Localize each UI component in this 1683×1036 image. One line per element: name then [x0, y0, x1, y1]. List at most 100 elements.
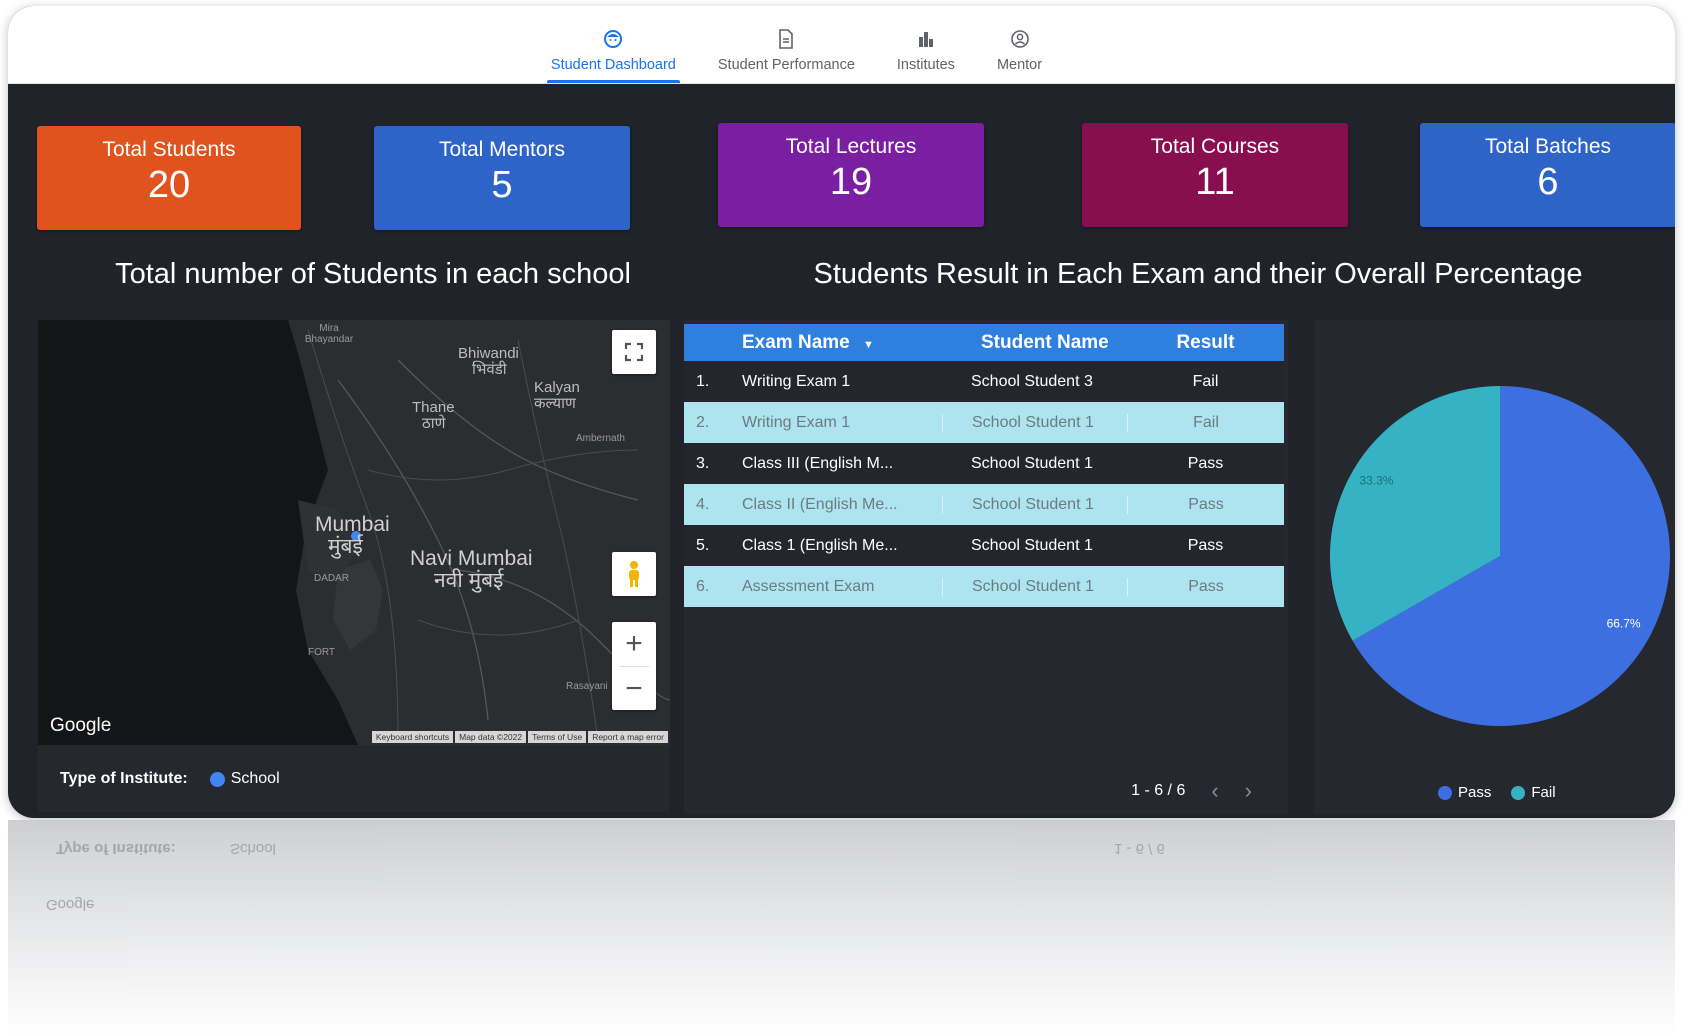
map-label-kalyan: Kalyan: [534, 379, 580, 396]
tab-label: Student Performance: [717, 57, 855, 73]
map-label-dadar: DADAR: [314, 573, 350, 584]
tab-label: Mentor: [996, 57, 1043, 73]
legend-item-school[interactable]: School: [231, 770, 280, 788]
map-label-mira: Mira Bhayandar: [304, 323, 354, 345]
table-row[interactable]: 3. Class III (English M... School Studen…: [684, 443, 1284, 484]
kpi-label: Total Lectures: [785, 135, 917, 158]
row-num: 6.: [696, 577, 710, 595]
map-label-thane: Thane: [412, 399, 455, 416]
kpi-value: 19: [829, 161, 873, 203]
header-result[interactable]: Result: [1127, 332, 1284, 354]
pegman-icon: [629, 561, 639, 587]
legend-fail[interactable]: Fail: [1511, 784, 1556, 801]
keyboard-shortcuts-link[interactable]: Keyboard shortcuts: [371, 731, 454, 743]
prev-page-icon[interactable]: ‹: [1211, 778, 1218, 804]
map-data-text: Map data ©2022: [455, 731, 527, 743]
student-face-icon: [603, 27, 623, 51]
row-result: Fail: [1192, 372, 1219, 390]
kpi-value: 11: [1195, 161, 1235, 203]
map-label-ambernath: Ambernath: [576, 433, 625, 444]
legend-pass-label: Pass: [1458, 784, 1492, 801]
row-num: 2.: [696, 413, 710, 431]
header-exam-name[interactable]: Exam Name ▼: [742, 332, 942, 354]
table-row[interactable]: 6. Assessment Exam School Student 1 Pass: [684, 566, 1284, 607]
fullscreen-icon: [624, 342, 644, 362]
row-num: 4.: [696, 495, 710, 513]
fullscreen-button[interactable]: [612, 330, 656, 374]
legend-pass[interactable]: Pass: [1438, 784, 1491, 801]
reflection-legend-item: School: [230, 840, 276, 857]
kpi-label: Total Batches: [1484, 135, 1612, 158]
zoom-in-button[interactable]: +: [625, 622, 643, 666]
reflection-pagination: 1 - 6 / 6: [1114, 840, 1165, 857]
exam-section-title: Students Result in Each Exam and their O…: [813, 258, 1583, 290]
tab-student-dashboard[interactable]: Student Dashboard: [546, 27, 680, 83]
tab-student-performance[interactable]: Student Performance: [714, 27, 859, 83]
map-label-mumbai: Mumbai: [315, 513, 390, 536]
tab-institutes[interactable]: Institutes: [893, 27, 959, 83]
terms-link[interactable]: Terms of Use: [528, 731, 587, 743]
map-label-navi-mumbai-hi: नवी मुंबई: [434, 569, 504, 592]
pie-label-fail: 33.3%: [1359, 473, 1393, 487]
map-label-kalyan-hi: कल्याण: [534, 395, 576, 412]
table-pagination: 1 - 6 / 6 ‹ ›: [1131, 778, 1252, 804]
table-row[interactable]: 2. Writing Exam 1 School Student 1 Fail: [684, 402, 1284, 443]
tab-label: Student Dashboard: [550, 57, 676, 73]
pass-legend-dot: [1438, 785, 1452, 800]
google-logo: Google: [50, 715, 112, 736]
reflection-legend-title: Type of Institute:: [56, 840, 176, 857]
header-exam-label: Exam Name: [742, 331, 850, 353]
street-view-button[interactable]: [612, 552, 656, 596]
row-student: School Student 1: [942, 413, 1127, 432]
row-student: School Student 3: [971, 372, 1093, 390]
row-num: 5.: [696, 536, 710, 554]
map-panel: Mira Bhayandar Bhiwandi भिवंडी Kalyan कल…: [38, 320, 670, 812]
map-label-mumbai-hi: मुंबई: [328, 535, 363, 558]
row-num: 3.: [696, 454, 710, 472]
pie-legend: Pass Fail: [1438, 784, 1556, 801]
legend-title: Type of Institute:: [60, 770, 188, 787]
row-student: School Student 1: [942, 495, 1127, 514]
table-row[interactable]: 1. Writing Exam 1 School Student 3 Fail: [684, 361, 1284, 402]
kpi-total-courses: Total Courses 11: [1082, 123, 1348, 227]
kpi-value: 20: [147, 164, 191, 206]
next-page-icon[interactable]: ›: [1245, 778, 1252, 804]
map-label-fort: FORT: [308, 647, 336, 658]
fail-legend-dot: [1511, 785, 1526, 800]
pagination-text: 1 - 6 / 6: [1131, 782, 1186, 799]
row-result: Pass: [1187, 454, 1224, 472]
row-result: Pass: [1127, 495, 1284, 514]
row-exam: Class III (English M...: [742, 454, 894, 472]
kpi-total-mentors: Total Mentors 5: [374, 126, 630, 230]
map-section-title: Total number of Students in each school: [115, 258, 631, 290]
header-student-name[interactable]: Student Name: [942, 332, 1127, 354]
pie-label-pass: 66.7%: [1607, 617, 1641, 631]
kpi-total-lectures: Total Lectures 19: [718, 123, 984, 227]
reflection-google-logo: Google: [46, 896, 95, 913]
zoom-out-button[interactable]: −: [625, 667, 643, 710]
report-error-link[interactable]: Report a map error: [588, 731, 668, 743]
document-icon: [777, 27, 795, 51]
kpi-label: Total Courses: [1150, 135, 1280, 158]
school-map[interactable]: Mira Bhayandar Bhiwandi भिवंडी Kalyan कल…: [38, 320, 670, 745]
kpi-total-students: Total Students 20: [37, 126, 301, 230]
result-pie-chart: 66.7% 33.3%: [1330, 386, 1670, 726]
sort-desc-icon: ▼: [863, 338, 874, 351]
map-label-thane-hi: ठाणे: [422, 415, 446, 432]
kpi-value: 6: [1537, 161, 1559, 203]
row-exam: Assessment Exam: [742, 577, 875, 595]
table-row[interactable]: 5. Class 1 (English Me... School Student…: [684, 525, 1284, 566]
result-pie-panel: 66.7% 33.3% Pass Fail: [1314, 320, 1675, 814]
tab-mentor[interactable]: Mentor: [993, 27, 1046, 83]
dashboard-frame: Student Dashboard Student Performance In…: [8, 6, 1675, 818]
row-student: School Student 1: [942, 577, 1127, 596]
row-exam: Writing Exam 1: [742, 372, 851, 390]
frame-reflection: Type of Institute: School 1 - 6 / 6 Goog…: [8, 820, 1675, 1036]
map-attribution: Keyboard shortcuts Map data ©2022 Terms …: [371, 731, 668, 743]
kpi-total-batches: Total Batches 6: [1420, 123, 1675, 227]
row-exam: Class 1 (English Me...: [742, 536, 898, 554]
row-num: 1.: [696, 372, 710, 390]
row-result: Fail: [1127, 413, 1284, 432]
person-circle-icon: [1010, 27, 1030, 51]
table-row[interactable]: 4. Class II (English Me... School Studen…: [684, 484, 1284, 525]
